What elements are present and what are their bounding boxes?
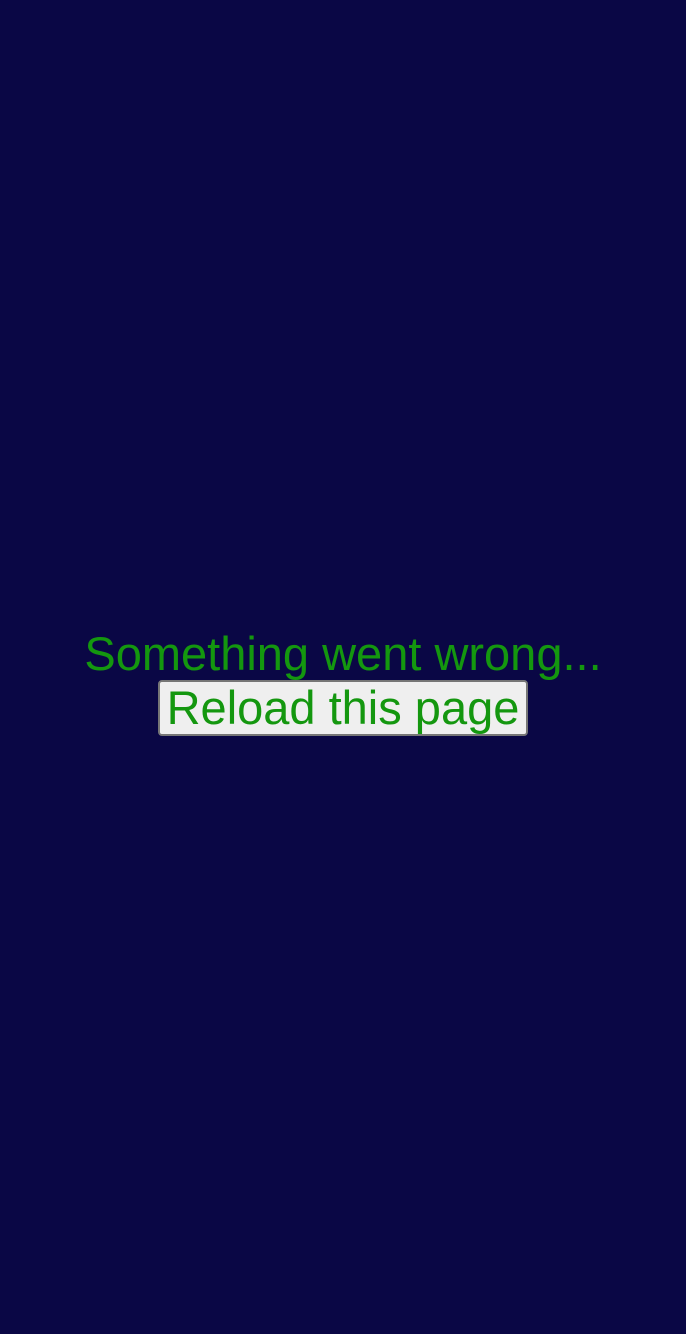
reload-page-button[interactable]: Reload this page <box>158 680 528 736</box>
error-screen: Something went wrong... Reload this page <box>0 0 686 1334</box>
error-message: Something went wrong... <box>84 627 602 680</box>
